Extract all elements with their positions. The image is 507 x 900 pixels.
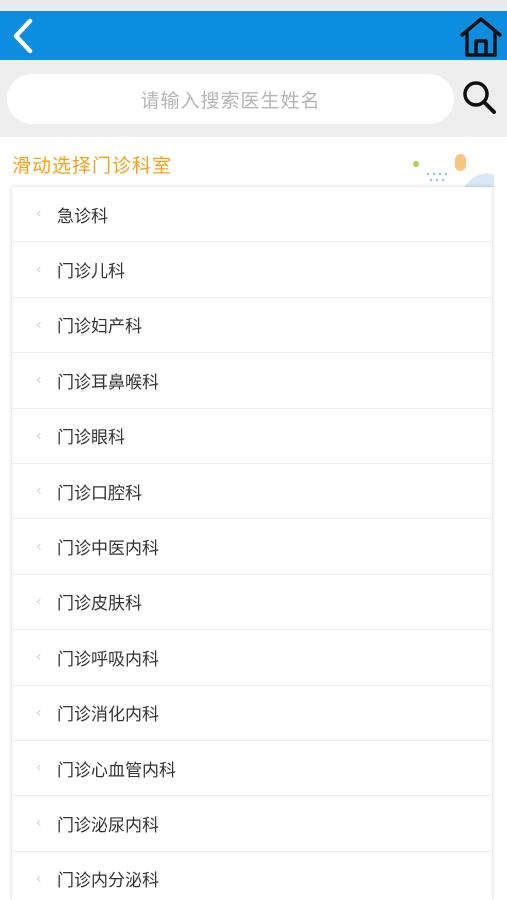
chevron-left-icon: ‹ [36,261,42,278]
department-label: 门诊口腔科 [57,483,142,504]
list-item[interactable]: ‹ 门诊消化内科 [12,686,492,741]
home-icon [460,17,502,57]
chevron-left-icon: ‹ [36,704,42,721]
chevron-left-icon: ‹ [36,538,42,555]
search-bar: 请输入搜索医生姓名 [0,60,507,137]
department-label: 门诊内分泌科 [57,871,159,892]
list-item[interactable]: ‹ 门诊中医内科 [12,519,492,575]
department-label: 门诊中医内科 [57,539,159,560]
department-label: 门诊心血管内科 [57,760,176,781]
chevron-left-icon: ‹ [36,593,42,610]
department-label: 门诊耳鼻喉科 [57,372,159,393]
list-item[interactable]: ‹ 门诊眼科 [12,409,492,464]
list-item[interactable]: ‹ 门诊呼吸内科 [12,630,492,686]
search-button[interactable] [460,78,500,118]
back-button[interactable] [6,15,42,57]
department-list: ‹ 急诊科 ‹ 门诊儿科 ‹ 门诊妇产科 ‹ 门诊耳鼻喉科 ‹ 门诊眼科 ‹ 门… [12,187,492,900]
chevron-left-icon: ‹ [36,372,42,389]
list-item[interactable]: ‹ 门诊耳鼻喉科 [12,353,492,409]
list-item[interactable]: ‹ 门诊皮肤科 [12,575,492,631]
top-navigation-bar [0,11,507,60]
chevron-left-icon: ‹ [36,483,42,500]
list-item[interactable]: ‹ 门诊心血管内科 [12,741,492,797]
list-item[interactable]: ‹ 门诊妇产科 [12,298,492,354]
chevron-left-icon: ‹ [36,427,42,444]
decorative-illustration-icon [413,154,494,187]
department-label: 门诊眼科 [57,428,125,449]
list-item[interactable]: ‹ 门诊内分泌科 [12,852,492,900]
chevron-left-icon: ‹ [36,870,42,887]
department-label: 门诊呼吸内科 [57,649,159,670]
chevron-left-icon: ‹ [36,206,42,223]
search-icon [463,81,496,114]
status-bar [0,0,507,11]
chevron-left-icon: ‹ [36,649,42,666]
department-label: 急诊科 [57,206,108,227]
department-label: 门诊消化内科 [57,705,159,726]
back-chevron-icon [13,18,33,54]
department-label: 门诊妇产科 [57,317,142,338]
chevron-left-icon: ‹ [36,760,42,777]
section-header: 滑动选择门诊科室 [0,137,507,187]
department-label: 门诊皮肤科 [57,594,142,615]
chevron-left-icon: ‹ [36,316,42,333]
home-button[interactable] [458,14,504,58]
list-item[interactable]: ‹ 急诊科 [12,187,492,243]
list-item[interactable]: ‹ 门诊口腔科 [12,464,492,520]
chevron-left-icon: ‹ [36,815,42,832]
department-label: 门诊泌尿内科 [57,815,159,836]
section-title: 滑动选择门诊科室 [12,155,173,177]
department-label: 门诊儿科 [57,262,125,283]
search-input[interactable]: 请输入搜索医生姓名 [7,74,454,124]
list-item[interactable]: ‹ 门诊儿科 [12,242,492,298]
search-placeholder: 请输入搜索医生姓名 [140,89,321,112]
list-item[interactable]: ‹ 门诊泌尿内科 [12,796,492,852]
